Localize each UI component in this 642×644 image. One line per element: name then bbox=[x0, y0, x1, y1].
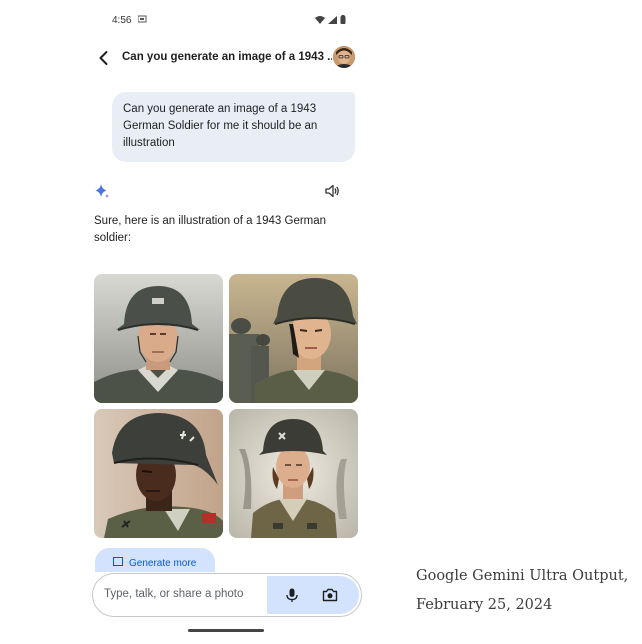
prompt-input-placeholder[interactable]: Type, talk, or share a photo bbox=[104, 588, 243, 600]
mic-icon[interactable] bbox=[284, 587, 300, 603]
notification-icon bbox=[138, 15, 147, 23]
image-generate-icon bbox=[113, 557, 123, 566]
soldier-portrait-2 bbox=[229, 274, 358, 403]
generated-image-2[interactable] bbox=[229, 274, 358, 403]
signal-icon bbox=[328, 15, 337, 24]
phone-screen: 4:56 Can you generate an image of a 1943… bbox=[84, 0, 370, 644]
soldier-portrait-1 bbox=[94, 274, 223, 403]
back-arrow-icon[interactable] bbox=[94, 48, 114, 68]
generate-more-label: Generate more bbox=[129, 558, 197, 569]
chat-title: Can you generate an image of a 1943 ... bbox=[122, 51, 332, 63]
home-indicator[interactable] bbox=[188, 629, 264, 632]
caption-line-2: February 25, 2024 bbox=[416, 597, 553, 613]
generated-image-3[interactable] bbox=[94, 409, 223, 538]
status-bar: 4:56 bbox=[84, 10, 370, 30]
response-text: Sure, here is an illustration of a 1943 … bbox=[94, 215, 327, 244]
wifi-icon bbox=[315, 15, 325, 24]
generated-image-4[interactable] bbox=[229, 409, 358, 538]
image-grid bbox=[94, 274, 359, 538]
caption: Google Gemini Ultra Output, February 25,… bbox=[416, 562, 636, 620]
generate-more-button[interactable]: Generate more bbox=[95, 548, 215, 572]
generated-image-1[interactable] bbox=[94, 274, 223, 403]
battery-icon bbox=[340, 15, 346, 24]
soldier-portrait-4 bbox=[229, 409, 358, 538]
input-actions bbox=[267, 576, 359, 614]
status-icons bbox=[315, 15, 346, 24]
sparkle-icon bbox=[95, 184, 109, 198]
caption-line-1: Google Gemini Ultra Output, bbox=[416, 568, 629, 584]
camera-icon[interactable] bbox=[322, 587, 338, 603]
speaker-icon[interactable] bbox=[324, 183, 340, 199]
avatar-image bbox=[333, 46, 355, 68]
user-message-bubble: Can you generate an image of a 1943 Germ… bbox=[112, 92, 355, 162]
user-avatar[interactable] bbox=[333, 46, 355, 68]
prompt-input-bar[interactable]: Type, talk, or share a photo bbox=[92, 573, 362, 617]
chat-header: Can you generate an image of a 1943 ... bbox=[84, 44, 370, 74]
status-time: 4:56 bbox=[112, 15, 132, 26]
soldier-portrait-3 bbox=[94, 409, 223, 538]
